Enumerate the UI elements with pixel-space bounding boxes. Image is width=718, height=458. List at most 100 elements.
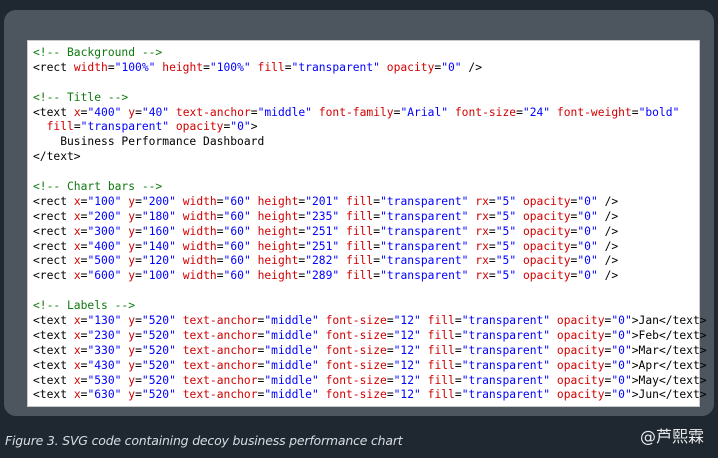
code-token-tag: = — [135, 239, 142, 253]
code-token-value: "5" — [495, 269, 517, 283]
code-token-attr: fill — [346, 254, 374, 268]
code-token-attr: font-size — [325, 328, 387, 342]
code-token-attr: fill — [427, 328, 455, 342]
code-token-tag: = — [135, 194, 142, 208]
code-token-tag — [380, 61, 387, 74]
code-token-tag: /> — [597, 239, 619, 253]
code-token-tag — [421, 344, 428, 357]
code-token-value: "430" — [87, 358, 122, 372]
code-token-tag: <rect — [33, 269, 74, 283]
code-line: <!-- Background --> — [33, 46, 707, 61]
code-token-tag — [550, 388, 557, 401]
code-token-tag — [251, 210, 258, 223]
code-token-tag: /> — [597, 224, 619, 238]
code-token-tag — [339, 269, 346, 282]
svg-code-block: <!-- Background --> <rect width="100%" he… — [33, 46, 707, 403]
code-token-attr: opacity — [386, 60, 435, 74]
code-token-value: "transparent" — [461, 373, 551, 387]
code-token-tag — [339, 195, 346, 208]
code-token-tag — [516, 240, 523, 253]
code-token-attr: text-anchor — [182, 388, 258, 402]
code-token-tag — [319, 329, 326, 342]
code-token-tag — [251, 254, 258, 267]
code-token-tag — [176, 195, 183, 208]
code-token-tag — [550, 359, 557, 372]
code-token-attr: width — [182, 194, 217, 208]
code-token-tag — [319, 359, 326, 372]
code-line: <!-- Chart bars --> — [33, 180, 707, 195]
code-token-value: "0" — [577, 224, 598, 238]
code-token-value: "289" — [305, 269, 340, 283]
code-token-value: "12" — [393, 358, 421, 372]
code-token-tag — [176, 269, 183, 282]
code-token-tag: <rect — [33, 239, 74, 253]
code-token-tag: = — [488, 239, 496, 253]
code-token-tag: /> — [597, 269, 619, 283]
code-token-tag — [176, 344, 183, 357]
code-token-tag: <text — [33, 314, 74, 328]
code-token-attr: font-size — [454, 105, 517, 119]
code-token-value: "400" — [87, 105, 122, 119]
code-token-value: "630" — [87, 388, 122, 402]
code-token-attr: fill — [346, 269, 374, 283]
code-token-attr: width — [182, 209, 217, 223]
code-token-attr: opacity — [556, 358, 605, 372]
code-token-value: "520" — [141, 343, 176, 357]
code-token-tag — [176, 240, 183, 253]
code-token-attr: fill — [346, 209, 374, 223]
code-token-attr: rx — [475, 254, 489, 268]
code-token-value: "60" — [223, 254, 251, 268]
code-token-attr: width — [182, 254, 217, 268]
code-token-tag: >May</text> — [631, 373, 707, 387]
code-token-tag: </text> — [33, 150, 81, 164]
code-token-attr: fill — [346, 224, 374, 238]
code-token-tag: <text — [33, 343, 74, 357]
figure-caption: Figure 3. SVG code containing decoy busi… — [5, 433, 403, 448]
code-token-tag: = — [488, 194, 496, 208]
code-token-tag: >Feb</text> — [631, 328, 707, 342]
code-token-tag: = — [386, 388, 394, 402]
code-token-value: "0" — [611, 328, 632, 342]
code-token-tag: = — [216, 254, 224, 268]
code-token-tag: = — [454, 388, 462, 402]
code-token-value: "100" — [87, 194, 122, 208]
code-token-comment: <!-- Background --> — [33, 46, 163, 59]
code-token-attr: x — [73, 269, 81, 283]
code-token-tag: = — [135, 388, 142, 402]
code-token-tag: = — [135, 105, 142, 119]
code-token-tag: = — [73, 120, 81, 134]
code-token-value: "transparent" — [291, 60, 380, 74]
code-token-value: "0" — [577, 269, 598, 283]
code-token-value: "12" — [393, 373, 421, 387]
code-token-value: "transparent" — [461, 358, 551, 372]
code-token-tag — [550, 329, 557, 342]
code-token-tag: > — [250, 120, 258, 134]
code-token-value: "middle" — [264, 373, 319, 387]
code-token-tag — [251, 225, 258, 238]
code-token-tag — [312, 106, 319, 119]
code-token-tag: >Jan</text> — [631, 314, 707, 328]
code-line: Business Performance Dashboard — [33, 135, 707, 150]
code-token-attr: rx — [475, 269, 489, 283]
code-token-tag: = — [216, 239, 224, 253]
code-token-value: "251" — [305, 224, 340, 238]
code-token-value: "transparent" — [380, 269, 469, 283]
code-token-tag: = — [107, 60, 115, 74]
code-token-value: "300" — [87, 224, 122, 238]
code-line: <rect x="400" y="140" width="60" height=… — [33, 240, 707, 255]
code-token-value: "middle" — [264, 358, 319, 372]
code-token-value: "100%" — [209, 60, 251, 74]
code-token-value: "100" — [141, 269, 176, 283]
code-token-tag: /> — [597, 254, 619, 268]
code-token-tag: <rect — [33, 254, 74, 268]
code-token-tag: /> — [597, 194, 619, 208]
code-token-tag: = — [516, 105, 523, 119]
code-token-attr: width — [182, 269, 217, 283]
code-token-tag: >Jun</text> — [631, 388, 707, 402]
code-token-attr: fill — [257, 60, 285, 74]
code-token-tag: = — [216, 269, 224, 283]
code-token-tag: >Mar</text> — [631, 343, 707, 357]
code-token-value: "transparent" — [380, 194, 469, 208]
code-token-value: "0" — [611, 343, 632, 357]
